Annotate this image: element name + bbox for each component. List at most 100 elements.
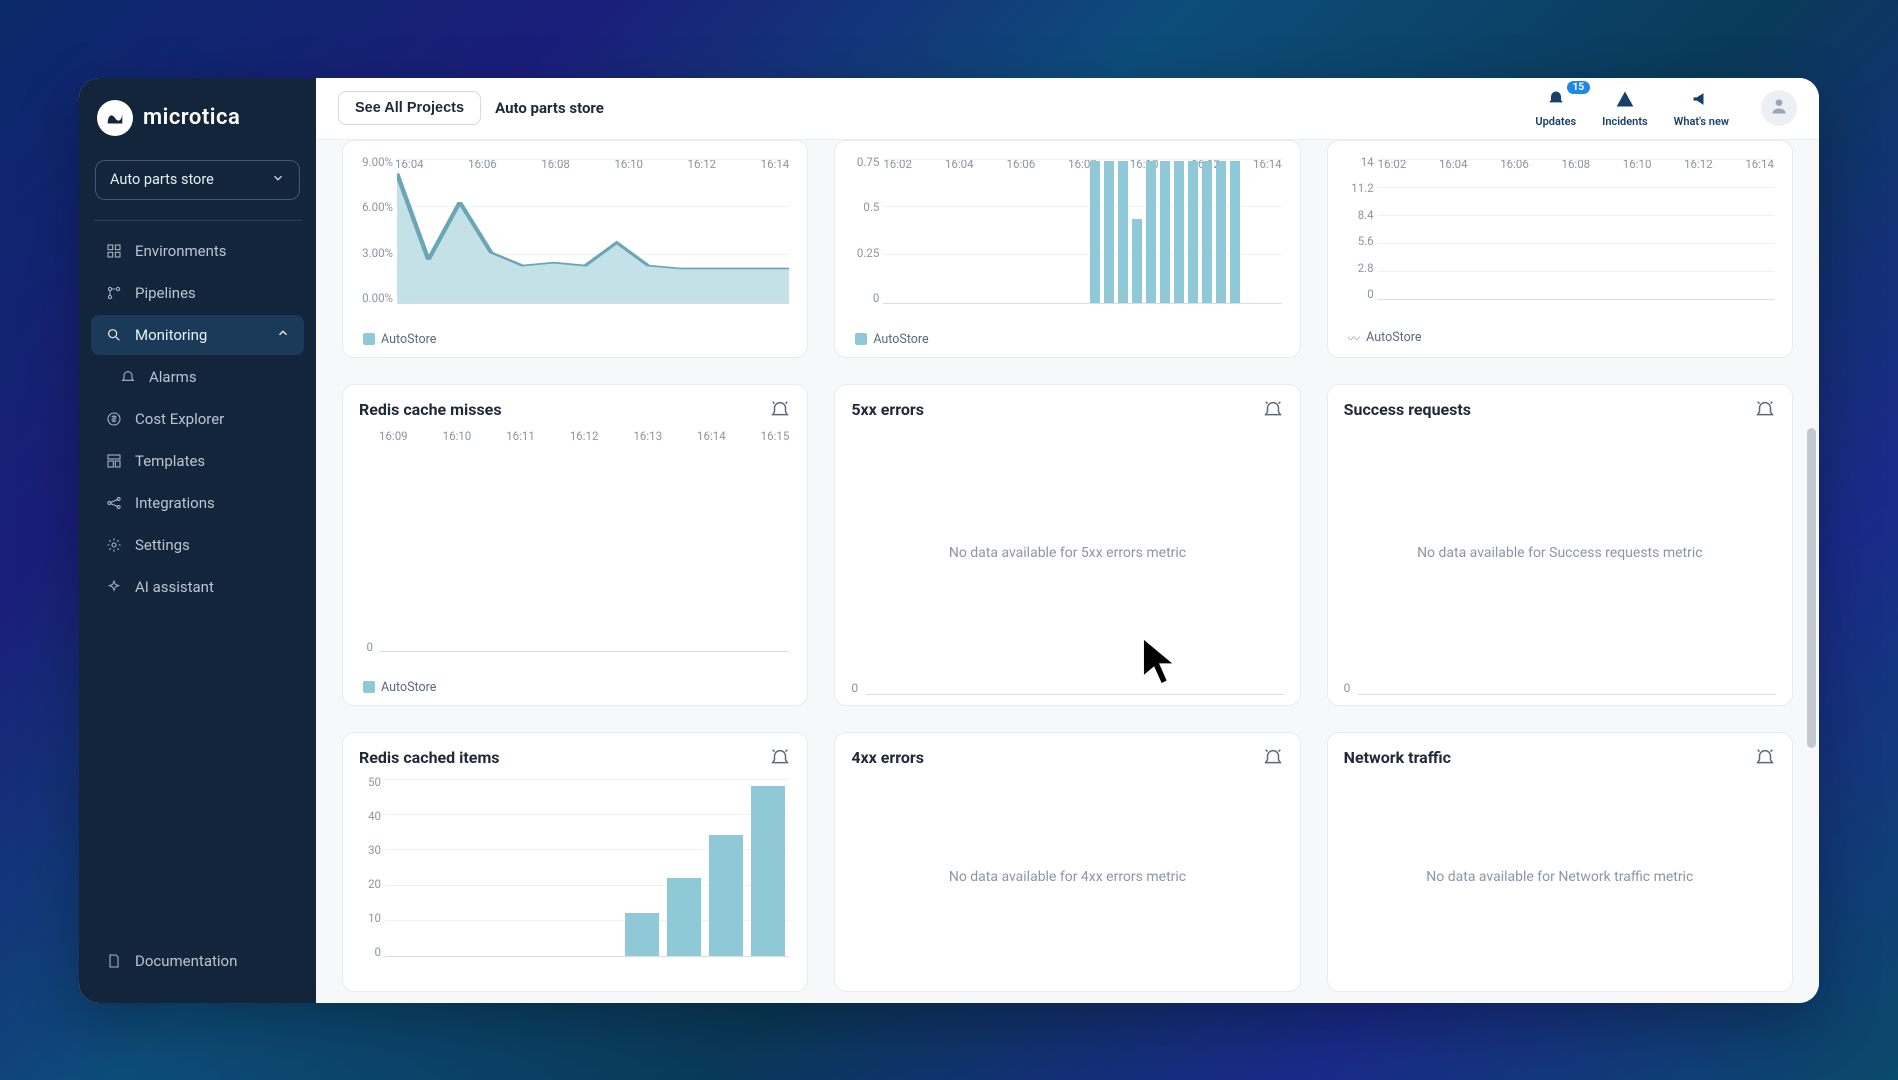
no-data-message: No data available for 4xx errors metric [851,775,1283,981]
main: See All Projects Auto parts store 15 Upd… [316,78,1819,1003]
templates-icon [105,452,123,470]
logo-text: microtica [143,105,240,130]
create-alarm-button[interactable] [769,747,791,769]
create-alarm-button[interactable] [1262,747,1284,769]
plot [385,779,789,957]
chart-area: 50 40 30 20 10 0 [359,775,791,981]
legend: AutoStore [359,332,791,347]
card-title: 5xx errors [851,400,924,419]
sidebar-item-integrations[interactable]: Integrations [91,483,304,523]
legend-swatch [855,333,867,345]
bell-icon [1546,89,1566,113]
divider [93,220,302,221]
ytick: 0.25 [851,246,879,260]
sidebar-item-pipelines[interactable]: Pipelines [91,273,304,313]
area-chart-svg [397,159,789,303]
ytick: 40 [359,809,381,823]
create-alarm-button[interactable] [1754,399,1776,421]
chart-card-top-2: 0.75 0.5 0.25 0 [834,140,1300,358]
y-axis-labels: 14 11.2 8.4 5.6 2.8 0 [1344,155,1374,302]
sidebar-item-settings[interactable]: Settings [91,525,304,565]
top-action-label: Updates [1535,115,1576,128]
chart-grid: 9.00% 6.00% 3.00% 0.00% [342,140,1793,992]
updates-button[interactable]: 15 Updates [1535,89,1576,128]
sidebar-item-templates[interactable]: Templates [91,441,304,481]
sidebar-item-label: Integrations [135,494,215,512]
logo[interactable]: microtica [87,96,308,154]
chart-card-redis-misses: Redis cache misses 0 16:09 16:10 16:11 1… [342,384,808,706]
chevron-down-icon [271,171,285,189]
ytick: 0 [1344,287,1374,301]
breadcrumb-current: Auto parts store [495,99,604,117]
ytick: 0 [1344,681,1351,695]
chart-area: 0 16:09 16:10 16:11 16:12 16:13 16:14 16… [359,427,791,676]
no-data-message: No data available for Network traffic me… [1344,775,1776,981]
plot [379,431,789,652]
sidebar-item-documentation[interactable]: Documentation [91,941,304,981]
card-title: 4xx errors [851,748,924,767]
create-alarm-button[interactable] [1754,747,1776,769]
see-all-projects-button[interactable]: See All Projects [338,91,481,125]
legend-label: AutoStore [1366,330,1421,345]
ytick: 14 [1344,155,1374,169]
sidebar-item-ai-assistant[interactable]: AI assistant [91,567,304,607]
gear-icon [105,536,123,554]
sidebar-item-cost-explorer[interactable]: Cost Explorer [91,399,304,439]
topbar: See All Projects Auto parts store 15 Upd… [316,78,1819,140]
y-axis-labels: 9.00% 6.00% 3.00% 0.00% [359,155,393,306]
app-window: microtica Auto parts store Environments … [79,78,1819,1003]
chart-area: 9.00% 6.00% 3.00% 0.00% [359,155,791,328]
sidebar-item-environments[interactable]: Environments [91,231,304,271]
sidebar-item-alarms[interactable]: Alarms [91,357,304,397]
chart-card-network-traffic: Network traffic No data available for Ne… [1327,732,1793,992]
sidebar-item-label: AI assistant [135,578,214,596]
grid-icon [105,242,123,260]
megaphone-icon [1691,89,1711,113]
sidebar-item-label: Environments [135,242,227,260]
ytick: 0 [851,291,879,305]
plot [397,159,789,304]
no-data-message: No data available for Success requests m… [1344,427,1776,681]
nodes-icon [105,494,123,512]
ytick: 50 [359,775,381,789]
ytick: 2.8 [1344,261,1374,275]
y-axis-labels: 0.75 0.5 0.25 0 [851,155,879,306]
legend-label: AutoStore [381,332,436,347]
y-axis-labels: 0 [359,427,373,654]
logo-mark-icon [97,100,133,136]
sidebar-item-label: Cost Explorer [135,410,224,428]
zero-axis: 0 [851,681,1283,695]
create-alarm-button[interactable] [769,399,791,421]
plot [883,159,1281,304]
line-icon: 〰 [1348,328,1361,347]
bars [385,779,789,956]
search-icon [105,326,123,344]
legend: AutoStore [851,332,1283,347]
bars [883,159,1281,303]
dollar-icon [105,410,123,428]
ytick: 9.00% [359,155,393,169]
ytick: 10 [359,911,381,925]
chart-card-top-1: 9.00% 6.00% 3.00% 0.00% [342,140,808,358]
project-selector[interactable]: Auto parts store [95,160,300,200]
ytick: 0.5 [851,200,879,214]
sidebar-item-monitoring[interactable]: Monitoring [91,315,304,355]
create-alarm-button[interactable] [1262,399,1284,421]
user-avatar[interactable] [1761,90,1797,126]
incidents-button[interactable]: Incidents [1602,89,1648,128]
card-title: Redis cached items [359,748,500,767]
chart-card-redis-cached-items: Redis cached items 50 40 30 20 10 0 [342,732,808,992]
content-scroller[interactable]: 9.00% 6.00% 3.00% 0.00% [316,140,1819,1003]
updates-badge: 15 [1567,81,1590,94]
ytick: 0.75 [851,155,879,169]
y-axis-labels: 50 40 30 20 10 0 [359,775,381,959]
legend-swatch [363,681,375,693]
ytick: 0 [359,945,381,959]
card-title: Network traffic [1344,748,1451,767]
scrollbar-thumb[interactable] [1807,428,1816,748]
chart-card-top-3: 14 11.2 8.4 5.6 2.8 0 16:02 16:04 [1327,140,1793,358]
whats-new-button[interactable]: What's new [1674,89,1729,128]
chart-card-5xx-errors: 5xx errors No data available for 5xx err… [834,384,1300,706]
chevron-up-icon [276,326,290,344]
legend: AutoStore [359,680,791,695]
